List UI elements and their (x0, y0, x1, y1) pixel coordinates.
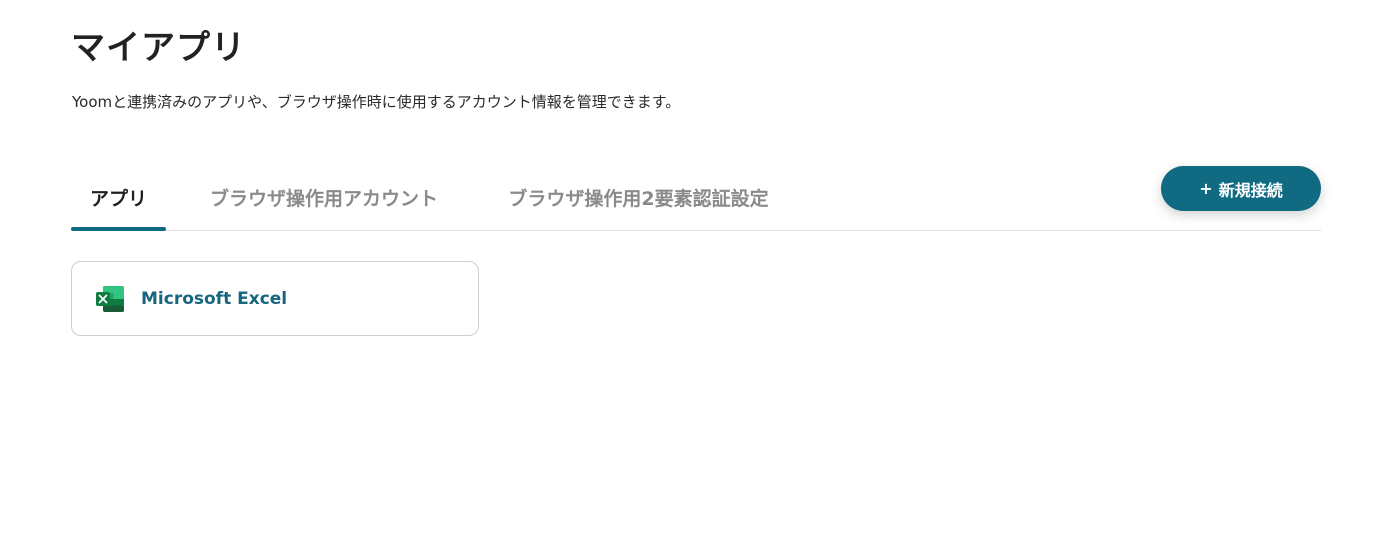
app-card-microsoft-excel[interactable]: Microsoft Excel (71, 261, 479, 336)
tab-browser-accounts[interactable]: ブラウザ操作用アカウント (210, 166, 438, 229)
new-connection-button[interactable]: + 新規接続 (1161, 166, 1321, 211)
tab-browser-2fa-settings[interactable]: ブラウザ操作用2要素認証設定 (501, 166, 776, 229)
app-name: Microsoft Excel (141, 288, 288, 309)
new-connection-label: 新規接続 (1218, 180, 1283, 200)
page-description: Yoomと連携済みのアプリや、ブラウザ操作時に使用するアカウント情報を管理できま… (72, 93, 681, 111)
plus-icon: + (1199, 179, 1213, 198)
excel-icon (96, 285, 124, 312)
page-title: マイアプリ (71, 28, 246, 68)
my-apps-page: マイアプリ Yoomと連携済みのアプリや、ブラウザ操作時に使用するアカウント情報… (0, 0, 1384, 550)
tab-apps[interactable]: アプリ (71, 166, 166, 231)
tab-bar: アプリ ブラウザ操作用アカウント ブラウザ操作用2要素認証設定 (71, 166, 1321, 231)
